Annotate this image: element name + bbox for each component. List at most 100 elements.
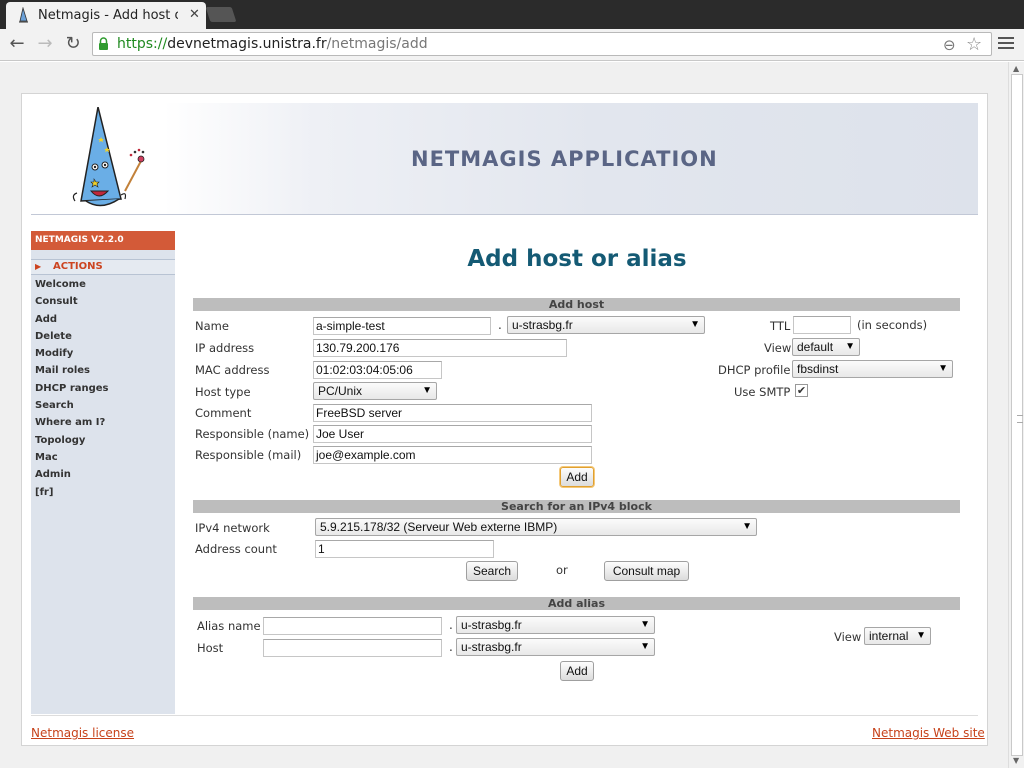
dropdown-arrow-icon: ▼ — [640, 641, 650, 652]
add-host-section-header: Add host — [193, 298, 960, 311]
ipv4-network-select[interactable]: 5.9.215.178/32 (Serveur Web externe IBMP… — [315, 518, 757, 536]
netmagis-website-link[interactable]: Netmagis Web site — [872, 726, 985, 740]
back-arrow-icon[interactable]: ← — [5, 33, 29, 55]
dropdown-arrow-icon: ▼ — [640, 619, 650, 630]
host-type-select[interactable]: PC/Unix ▼ — [313, 382, 437, 400]
actions-label: ACTIONS — [53, 261, 103, 272]
sidebar-item-search[interactable]: Search — [31, 397, 175, 414]
footer-divider — [31, 715, 978, 716]
dropdown-arrow-icon: ▼ — [742, 521, 752, 532]
sidebar-item-modify[interactable]: Modify — [31, 345, 175, 362]
use-smtp-checkbox[interactable]: ✔ — [795, 384, 808, 397]
comment-label: Comment — [195, 406, 252, 420]
ip-address-input[interactable]: 130.79.200.176 — [313, 339, 567, 357]
sidebar-item-mail-roles[interactable]: Mail roles — [31, 362, 175, 379]
sidebar-item-admin[interactable]: Admin — [31, 466, 175, 483]
dropdown-arrow-icon: ▼ — [845, 341, 855, 352]
sidebar-item-welcome[interactable]: Welcome — [31, 276, 175, 293]
sidebar: NETMAGIS V2.2.0 ▶ ACTIONS Welcome Consult… — [31, 231, 175, 714]
add-alias-section-header: Add alias — [193, 597, 960, 610]
comment-input[interactable]: FreeBSD server — [313, 404, 592, 422]
responsible-name-input[interactable]: Joe User — [313, 425, 592, 443]
name-label: Name — [195, 319, 229, 333]
host-domain-select[interactable]: u-strasbg.fr ▼ — [456, 638, 655, 656]
address-bar[interactable]: https://devnetmagis.unistra.fr/netmagis/… — [92, 32, 992, 56]
url-path: /netmagis/add — [326, 36, 428, 52]
dhcp-profile-select[interactable]: fbsdinst ▼ — [792, 360, 953, 378]
bookmark-star-icon[interactable]: ☆ — [966, 34, 982, 55]
sidebar-item-where-am-i[interactable]: Where am I? — [31, 414, 175, 431]
dhcp-profile-select-value: fbsdinst — [797, 362, 839, 376]
alias-name-label: Alias name — [197, 619, 261, 633]
view-select[interactable]: default ▼ — [792, 338, 860, 356]
ttl-unit-label: (in seconds) — [857, 318, 928, 332]
triangle-right-icon: ▶ — [35, 262, 42, 271]
actions-header: ▶ ACTIONS — [31, 259, 175, 275]
search-button[interactable]: Search — [466, 561, 518, 581]
domain-select-value: u-strasbg.fr — [512, 318, 573, 332]
sidebar-item-topology[interactable]: Topology — [31, 432, 175, 449]
sidebar-item-delete[interactable]: Delete — [31, 328, 175, 345]
banner: NETMAGIS APPLICATION — [31, 103, 978, 215]
sidebar-item-language[interactable]: [fr] — [31, 484, 175, 501]
host-domain-separator: . — [449, 640, 453, 654]
domain-separator: . — [498, 318, 502, 332]
browser-tab[interactable]: Netmagis - Add host or ali ✕ — [6, 2, 206, 29]
ipv4-network-select-value: 5.9.215.178/32 (Serveur Web externe IBMP… — [320, 520, 558, 534]
dropdown-arrow-icon: ▼ — [422, 385, 432, 396]
lock-icon — [99, 37, 108, 50]
ttl-label: TTL — [770, 319, 791, 333]
close-tab-icon[interactable]: ✕ — [189, 7, 200, 22]
ttl-input[interactable] — [793, 316, 851, 334]
alias-name-input[interactable] — [263, 617, 442, 635]
dropdown-arrow-icon: ▼ — [690, 319, 700, 330]
host-type-select-value: PC/Unix — [318, 384, 363, 398]
search-block-section-header: Search for an IPv4 block — [193, 500, 960, 513]
sidebar-item-dhcp-ranges[interactable]: DHCP ranges — [31, 380, 175, 397]
alias-view-label: View — [834, 630, 862, 644]
host-type-label: Host type — [195, 385, 251, 399]
alias-domain-separator: . — [449, 618, 453, 632]
add-host-button[interactable]: Add — [560, 467, 594, 487]
ip-address-label: IP address — [195, 341, 255, 355]
url-host: devnetmagis.unistra.fr — [167, 36, 327, 52]
sidebar-item-consult[interactable]: Consult — [31, 293, 175, 310]
url-scheme: https:// — [117, 36, 168, 52]
responsible-name-label: Responsible (name) — [195, 427, 310, 441]
alias-domain-select[interactable]: u-strasbg.fr ▼ — [456, 616, 655, 634]
scrollbar-thumb[interactable] — [1011, 74, 1023, 756]
sidebar-item-mac[interactable]: Mac — [31, 449, 175, 466]
alias-view-select-value: internal — [869, 629, 909, 643]
scroll-up-arrow-icon[interactable]: ▲ — [1013, 64, 1019, 73]
alias-view-select[interactable]: internal ▼ — [864, 627, 931, 645]
netmagis-wizard-logo-icon — [72, 107, 145, 207]
page-title: Add host or alias — [467, 246, 687, 272]
address-count-input[interactable]: 1 — [315, 540, 494, 558]
dhcp-profile-label: DHCP profile — [718, 363, 791, 377]
forward-arrow-icon[interactable]: → — [33, 33, 57, 55]
responsible-mail-input[interactable]: joe@example.com — [313, 446, 592, 464]
new-tab-button[interactable] — [205, 7, 237, 22]
reload-icon[interactable]: ↻ — [61, 33, 85, 55]
page-container: NETMAGIS APPLICATION NETMAGIS V2.2.0 ▶ AC… — [21, 93, 988, 746]
name-input[interactable]: a-simple-test — [313, 317, 491, 335]
version-badge: NETMAGIS V2.2.0 — [31, 231, 175, 250]
scroll-down-arrow-icon[interactable]: ▼ — [1013, 756, 1019, 765]
host-domain-select-value: u-strasbg.fr — [461, 640, 522, 654]
consult-map-button[interactable]: Consult map — [604, 561, 689, 581]
domain-select[interactable]: u-strasbg.fr ▼ — [507, 316, 705, 334]
host-input[interactable] — [263, 639, 442, 657]
or-text: or — [556, 563, 568, 577]
add-alias-button[interactable]: Add — [560, 661, 594, 681]
tab-title: Netmagis - Add host or ali — [38, 8, 178, 23]
mac-address-label: MAC address — [195, 363, 270, 377]
sidebar-item-add[interactable]: Add — [31, 311, 175, 328]
responsible-mail-label: Responsible (mail) — [195, 448, 302, 462]
zoom-magnifier-icon[interactable]: ⊖ — [943, 36, 956, 54]
mac-address-input[interactable]: 01:02:03:04:05:06 — [313, 361, 442, 379]
scrollbar-grip — [1017, 415, 1023, 423]
vertical-scrollbar[interactable]: ▲ ▼ — [1008, 62, 1024, 768]
netmagis-license-link[interactable]: Netmagis license — [31, 726, 134, 740]
ipv4-network-label: IPv4 network — [195, 521, 270, 535]
browser-menu-icon[interactable] — [998, 35, 1014, 51]
